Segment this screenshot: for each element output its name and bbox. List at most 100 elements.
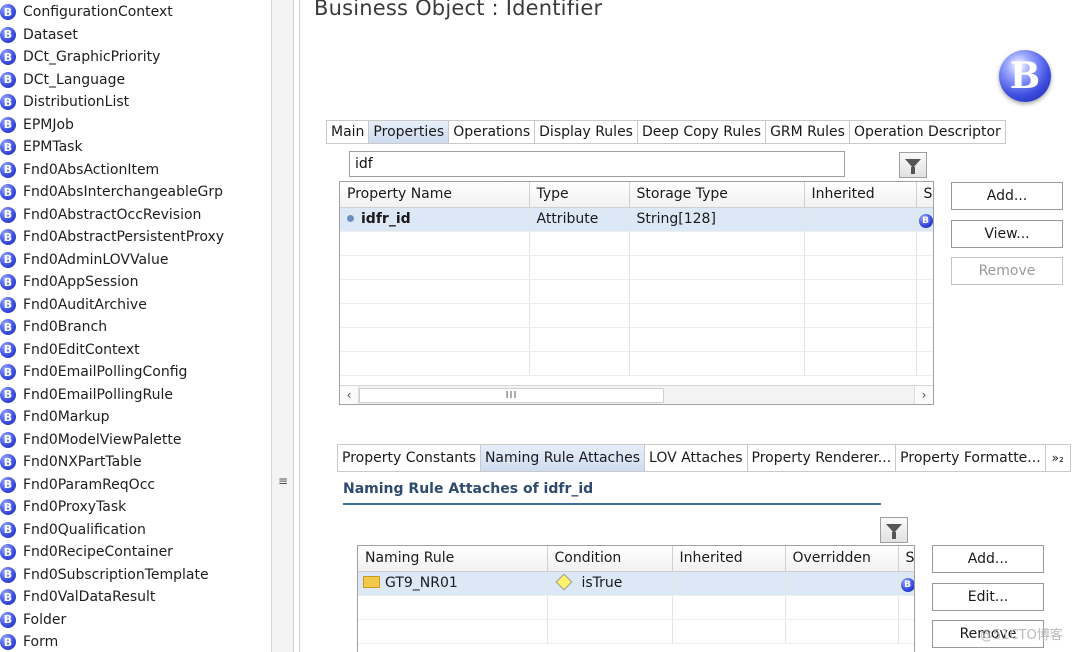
scroll-right-arrow-icon[interactable]: › bbox=[914, 386, 933, 404]
scroll-thumb[interactable]: III bbox=[359, 387, 664, 403]
storage-type-cell: String[128] bbox=[629, 207, 805, 232]
tree-item[interactable]: B EPMTask bbox=[0, 136, 83, 158]
column-inherited[interactable]: Inherited bbox=[804, 182, 917, 208]
business-object-icon: B bbox=[0, 454, 16, 470]
tree-item[interactable]: B Fnd0Qualification bbox=[0, 519, 146, 541]
tree-item[interactable]: B Dataset bbox=[0, 24, 78, 46]
splitter-handle-icon[interactable]: ≡ bbox=[278, 474, 288, 488]
section-title: Naming Rule Attaches of idfr_id bbox=[343, 481, 594, 497]
table-row[interactable]: idfr_id Attribute String[128] B bbox=[340, 207, 933, 232]
tree-item[interactable]: B Fnd0ModelViewPalette bbox=[0, 429, 181, 451]
tree-item[interactable]: B Fnd0Branch bbox=[0, 316, 107, 338]
tree-item[interactable]: B Fnd0ValDataResult bbox=[0, 586, 155, 608]
subtab-property-formatte[interactable]: Property Formatte... bbox=[896, 444, 1046, 472]
tree-item[interactable]: B Fnd0RecipeContainer bbox=[0, 541, 173, 563]
tree-item[interactable]: B DistributionList bbox=[0, 91, 129, 113]
subtab-naming-rule-attaches[interactable]: Naming Rule Attaches bbox=[480, 444, 646, 472]
tree-item[interactable]: B Fnd0NXPartTable bbox=[0, 451, 142, 473]
business-object-icon: B bbox=[0, 364, 16, 380]
column-property-name[interactable]: Property Name bbox=[340, 182, 530, 208]
naming-rule-filter-button[interactable] bbox=[880, 517, 908, 543]
empty-cell bbox=[340, 303, 530, 328]
remove-property-button[interactable]: Remove bbox=[951, 257, 1063, 285]
funnel-icon bbox=[905, 158, 921, 174]
tree-item-label: Dataset bbox=[23, 26, 78, 43]
column-s[interactable]: S bbox=[898, 546, 914, 572]
naming-rule-cell: GT9_NR01 bbox=[358, 571, 548, 596]
more-tabs-chevron-icon[interactable]: »₂ bbox=[1045, 444, 1071, 472]
tree-item-label: Fnd0AuditArchive bbox=[23, 296, 147, 313]
tree-item[interactable]: B Form bbox=[0, 631, 58, 652]
tree-item-label: Folder bbox=[23, 611, 67, 628]
properties-table: Property Name Type Storage Type Inherite… bbox=[339, 181, 934, 405]
tree-item[interactable]: B Fnd0ProxyTask bbox=[0, 496, 126, 518]
column-type[interactable]: Type bbox=[529, 182, 630, 208]
tab-properties[interactable]: Properties bbox=[369, 120, 450, 144]
subtab-lov-attaches[interactable]: LOV Attaches bbox=[645, 444, 748, 472]
tab-operations[interactable]: Operations bbox=[449, 120, 536, 144]
empty-cell bbox=[529, 303, 630, 328]
property-filter-input[interactable] bbox=[349, 151, 845, 177]
tab-operation-descriptor[interactable]: Operation Descriptor bbox=[849, 120, 1006, 144]
editor-border bbox=[299, 0, 300, 652]
empty-row bbox=[358, 619, 914, 644]
tree-item[interactable]: B Fnd0SubscriptionTemplate bbox=[0, 564, 209, 586]
tree-item[interactable]: B Fnd0AbstractPersistentProxy bbox=[0, 226, 224, 248]
tree-item[interactable]: B Fnd0AbsActionItem bbox=[0, 159, 159, 181]
property-filter-button[interactable] bbox=[899, 152, 927, 178]
column-storage-type[interactable]: Storage Type bbox=[629, 182, 805, 208]
view-property-button[interactable]: View... bbox=[951, 220, 1063, 248]
column-naming-rule[interactable]: Naming Rule bbox=[358, 546, 548, 572]
tree-item[interactable]: B ConfigurationContext bbox=[0, 1, 173, 23]
scroll-left-arrow-icon[interactable]: ‹ bbox=[340, 386, 359, 404]
tree-item[interactable]: B Fnd0ParamReqOcc bbox=[0, 474, 155, 496]
tree-item[interactable]: B Fnd0EditContext bbox=[0, 339, 140, 361]
business-object-icon: B bbox=[0, 341, 16, 358]
naming-rules-table: Naming Rule Condition Inherited Overridd… bbox=[357, 545, 915, 652]
empty-cell bbox=[340, 279, 530, 304]
column-overridden[interactable]: Overridden bbox=[785, 546, 899, 572]
tree-item[interactable]: B Fnd0EmailPollingConfig bbox=[0, 361, 187, 383]
add-property-button[interactable]: Add... bbox=[951, 182, 1063, 210]
tree-item-label: Fnd0EmailPollingConfig bbox=[23, 364, 188, 380]
subtab-property-renderer[interactable]: Property Renderer... bbox=[747, 444, 897, 472]
tree-item[interactable]: B DCt_Language bbox=[0, 69, 125, 91]
business-object-icon: B bbox=[918, 213, 933, 228]
business-object-icon: B bbox=[0, 589, 16, 605]
tree-item[interactable]: B EPMJob bbox=[0, 114, 74, 136]
table-row[interactable]: GT9_NR01 isTrue B bbox=[358, 571, 914, 596]
tab-display-rules[interactable]: Display Rules bbox=[535, 120, 638, 144]
tree-item[interactable]: B Fnd0EmailPollingRule bbox=[0, 384, 173, 406]
subtab-property-constants[interactable]: Property Constants bbox=[337, 444, 481, 472]
empty-row bbox=[340, 279, 933, 304]
tree-item-label: Fnd0ParamReqOcc bbox=[23, 476, 156, 493]
tab-grm-rules[interactable]: GRM Rules bbox=[766, 120, 850, 144]
column-condition[interactable]: Condition bbox=[547, 546, 673, 572]
add-naming-rule-button[interactable]: Add... bbox=[932, 545, 1044, 573]
horizontal-scrollbar[interactable]: ‹ III › bbox=[340, 385, 933, 404]
empty-cell bbox=[529, 327, 630, 352]
tree-item[interactable]: B DCt_GraphicPriority bbox=[0, 46, 160, 68]
empty-cell bbox=[804, 279, 917, 304]
business-object-icon: B bbox=[0, 206, 16, 223]
tree-item[interactable]: B Fnd0Markup bbox=[0, 406, 110, 428]
edit-naming-rule-button[interactable]: Edit... bbox=[932, 583, 1044, 611]
empty-cell bbox=[629, 303, 805, 328]
section-divider bbox=[343, 503, 881, 505]
tree-item[interactable]: B Fnd0AppSession bbox=[0, 271, 139, 293]
tree-item-label: Fnd0EmailPollingRule bbox=[23, 386, 173, 403]
panel-splitter[interactable]: ≡ bbox=[272, 0, 294, 652]
tab-deep-copy-rules[interactable]: Deep Copy Rules bbox=[637, 120, 767, 144]
business-object-icon: B bbox=[0, 566, 16, 583]
tree-item[interactable]: B Fnd0AbsInterchangeableGrp bbox=[0, 181, 223, 203]
tree-item[interactable]: B Fnd0AdminLOVValue bbox=[0, 249, 168, 271]
column-inherited[interactable]: Inherited bbox=[672, 546, 786, 572]
attribute-dot-icon bbox=[347, 215, 354, 222]
tree-item[interactable]: B Fnd0AbstractOccRevision bbox=[0, 204, 201, 226]
column-s[interactable]: S bbox=[916, 182, 933, 208]
tree-item[interactable]: B Folder bbox=[0, 609, 66, 631]
tab-main[interactable]: Main bbox=[326, 120, 370, 144]
tree-item-label: Fnd0Markup bbox=[23, 409, 110, 425]
business-object-icon: B bbox=[0, 49, 16, 65]
tree-item[interactable]: B Fnd0AuditArchive bbox=[0, 294, 147, 316]
